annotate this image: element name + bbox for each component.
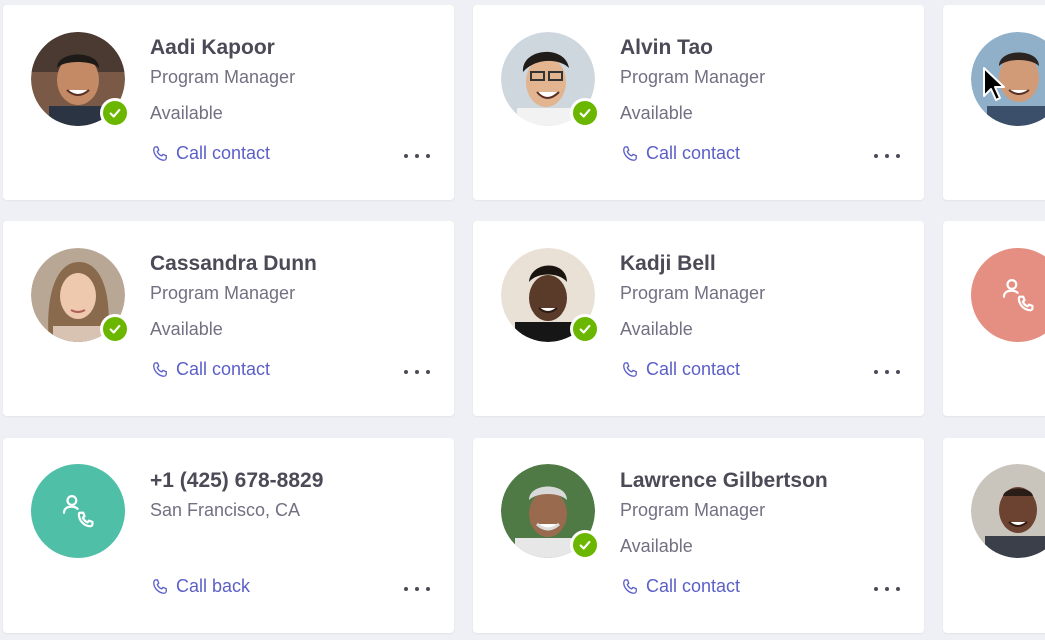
contact-card[interactable]: Cassandra Dunn Program Manager Available… bbox=[3, 221, 454, 416]
contact-card[interactable]: Aadi Kapoor Program Manager Available Ca… bbox=[3, 5, 454, 200]
call-contact-label: Call contact bbox=[176, 359, 271, 379]
call-contact-button[interactable]: Call contact bbox=[620, 143, 740, 164]
more-options-icon bbox=[404, 370, 408, 374]
presence-text: Available bbox=[620, 103, 693, 123]
phone-icon bbox=[620, 360, 640, 380]
contact-name: Lawrence Gilbertson bbox=[620, 469, 828, 492]
presence-text: Available bbox=[150, 319, 223, 339]
avatar bbox=[501, 32, 600, 128]
phone-icon bbox=[620, 144, 640, 164]
contacts-grid: Aadi Kapoor Program Manager Available Ca… bbox=[0, 0, 1045, 640]
call-contact-label: Call contact bbox=[646, 143, 741, 163]
available-status-badge bbox=[570, 530, 600, 560]
contact-name: Alvin Tao bbox=[620, 36, 713, 59]
more-options-button[interactable] bbox=[404, 146, 430, 166]
checkmark-icon bbox=[108, 106, 122, 120]
contact-card[interactable]: Lawrence Gilbertson Program Manager Avai… bbox=[473, 438, 924, 633]
avatar bbox=[501, 248, 600, 344]
checkmark-icon bbox=[108, 322, 122, 336]
call-contact-button[interactable]: Call contact bbox=[150, 143, 270, 164]
contact-location: San Francisco, CA bbox=[150, 500, 301, 520]
avatar-photo bbox=[971, 464, 1045, 558]
contact-name: Cassandra Dunn bbox=[150, 252, 317, 275]
avatar bbox=[31, 248, 130, 344]
call-contact-label: Call contact bbox=[646, 359, 741, 379]
checkmark-icon bbox=[578, 106, 592, 120]
call-back-button[interactable]: Call back bbox=[150, 576, 250, 597]
contact-card[interactable]: Alvin Tao Program Manager Available Call… bbox=[473, 5, 924, 200]
contact-title: Program Manager bbox=[150, 67, 296, 87]
contact-title: Program Manager bbox=[620, 67, 766, 87]
more-options-button[interactable] bbox=[874, 579, 900, 599]
contact-title: Program Manager bbox=[150, 283, 296, 303]
contact-card[interactable] bbox=[943, 5, 1045, 200]
call-contact-button[interactable]: Call contact bbox=[150, 359, 270, 380]
contact-card[interactable] bbox=[943, 438, 1045, 633]
more-options-icon bbox=[404, 587, 408, 591]
avatar-photo bbox=[971, 32, 1045, 126]
available-status-badge bbox=[570, 98, 600, 128]
checkmark-icon bbox=[578, 538, 592, 552]
presence-text: Available bbox=[150, 103, 223, 123]
voicemail-avatar bbox=[971, 248, 1045, 342]
more-options-icon bbox=[874, 587, 878, 591]
more-options-button[interactable] bbox=[404, 579, 430, 599]
contact-phone-number: +1 (425) 678-8829 bbox=[150, 469, 324, 492]
checkmark-icon bbox=[578, 322, 592, 336]
more-options-icon bbox=[874, 154, 878, 158]
phone-icon bbox=[150, 144, 170, 164]
more-options-button[interactable] bbox=[404, 362, 430, 382]
avatar bbox=[971, 32, 1045, 126]
contact-title: Program Manager bbox=[620, 500, 766, 520]
more-options-button[interactable] bbox=[874, 146, 900, 166]
presence-text: Available bbox=[620, 319, 693, 339]
presence-text: Available bbox=[620, 536, 693, 556]
call-contact-button[interactable]: Call contact bbox=[620, 576, 740, 597]
call-contact-label: Call contact bbox=[176, 143, 271, 163]
available-status-badge bbox=[570, 314, 600, 344]
contact-card[interactable] bbox=[943, 221, 1045, 416]
available-status-badge bbox=[100, 314, 130, 344]
avatar bbox=[501, 464, 600, 560]
call-contact-button[interactable]: Call contact bbox=[620, 359, 740, 380]
contact-name: Aadi Kapoor bbox=[150, 36, 275, 59]
contact-title: Program Manager bbox=[620, 283, 766, 303]
contact-name: Kadji Bell bbox=[620, 252, 716, 275]
more-options-button[interactable] bbox=[874, 362, 900, 382]
call-back-label: Call back bbox=[176, 576, 251, 596]
avatar bbox=[971, 464, 1045, 558]
contact-card[interactable]: Kadji Bell Program Manager Available Cal… bbox=[473, 221, 924, 416]
more-options-icon bbox=[874, 370, 878, 374]
voicemail-icon bbox=[997, 274, 1039, 316]
phone-icon bbox=[620, 577, 640, 597]
call-contact-label: Call contact bbox=[646, 576, 741, 596]
phone-icon bbox=[150, 577, 170, 597]
contact-card[interactable]: +1 (425) 678-8829 San Francisco, CA Call… bbox=[3, 438, 454, 633]
avatar bbox=[31, 32, 130, 128]
voicemail-icon bbox=[57, 490, 99, 532]
voicemail-avatar bbox=[31, 464, 125, 558]
phone-icon bbox=[150, 360, 170, 380]
available-status-badge bbox=[100, 98, 130, 128]
more-options-icon bbox=[404, 154, 408, 158]
